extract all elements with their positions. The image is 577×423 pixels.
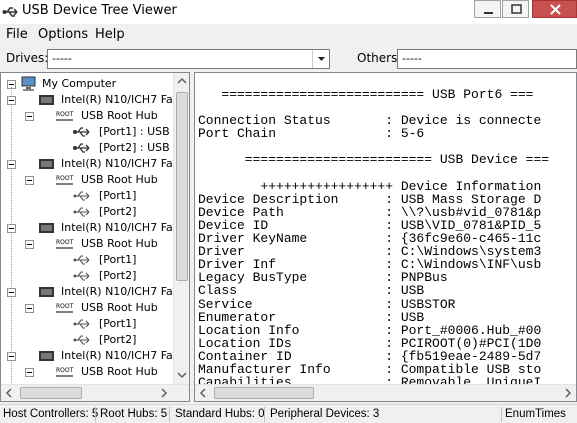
scroll-left-icon[interactable] bbox=[195, 385, 211, 401]
tree-item-port[interactable]: [Port1] bbox=[7, 252, 177, 268]
status-peripheral-devices: Peripheral Devices: 3 bbox=[270, 408, 380, 420]
computer-icon bbox=[21, 76, 36, 91]
root-hub-icon: ROOT bbox=[56, 367, 74, 377]
usb-port-icon bbox=[73, 191, 90, 201]
collapse-icon[interactable] bbox=[25, 304, 34, 313]
svg-text:ROOT: ROOT bbox=[56, 367, 74, 374]
scroll-thumb[interactable] bbox=[214, 387, 314, 399]
tree-item-port[interactable]: [Port1] : USB C bbox=[7, 124, 181, 140]
menu-help[interactable]: Help bbox=[95, 27, 125, 42]
minimize-icon bbox=[484, 12, 493, 14]
tree-item-port[interactable]: [Port1] bbox=[7, 316, 177, 332]
tree-item-root-hub[interactable]: ROOT USB Root Hub bbox=[7, 108, 177, 124]
window-title: USB Device Tree Viewer bbox=[22, 3, 177, 18]
usb-port-icon bbox=[73, 207, 90, 217]
tree-item-controller[interactable]: Intel(R) N10/ICH7 Fami bbox=[7, 284, 187, 300]
status-standard-hubs: Standard Hubs: 0 bbox=[175, 408, 265, 420]
device-tree[interactable]: My Computer Intel(R) N10/ICH7 Fami ROOT … bbox=[0, 72, 190, 402]
svg-text:ROOT: ROOT bbox=[56, 175, 74, 182]
usb-port-icon bbox=[73, 255, 90, 265]
scroll-thumb[interactable] bbox=[20, 387, 82, 399]
title-bar: USB Device Tree Viewer bbox=[0, 0, 577, 24]
usb-device-icon bbox=[73, 127, 90, 137]
usb-icon bbox=[2, 7, 18, 17]
maximize-button[interactable] bbox=[502, 0, 529, 18]
scroll-right-icon[interactable] bbox=[156, 385, 172, 401]
drives-select[interactable]: ----- bbox=[47, 49, 330, 69]
collapse-icon[interactable] bbox=[25, 240, 34, 249]
maximize-icon bbox=[511, 4, 522, 14]
root-hub-icon: ROOT bbox=[56, 111, 74, 121]
tree-item-root-hub[interactable]: ROOT USB Root Hub bbox=[7, 172, 177, 188]
tree-item-port[interactable]: [Port2] bbox=[7, 268, 177, 284]
status-host-controllers: Host Controllers: 5 bbox=[3, 408, 99, 420]
usb-port-icon bbox=[73, 271, 90, 281]
scroll-right-icon[interactable] bbox=[560, 385, 576, 401]
root-hub-icon: ROOT bbox=[56, 239, 74, 249]
tree-item-controller[interactable]: Intel(R) N10/ICH7 Fami bbox=[7, 348, 187, 364]
tree-item-port[interactable]: [Port2] bbox=[7, 204, 177, 220]
details-horizontal-scrollbar[interactable] bbox=[195, 384, 576, 401]
toolbar: Drives: ----- Others: ----- bbox=[0, 44, 577, 72]
chevron-down-icon[interactable] bbox=[312, 50, 329, 68]
collapse-icon[interactable] bbox=[7, 288, 16, 297]
svg-text:ROOT: ROOT bbox=[56, 303, 74, 310]
collapse-icon[interactable] bbox=[25, 112, 34, 121]
usb-device-icon bbox=[73, 143, 90, 153]
tree-item-port[interactable]: [Port2] : USB Ir bbox=[7, 140, 181, 156]
menu-options[interactable]: Options bbox=[38, 27, 88, 42]
tree-vertical-scrollbar[interactable] bbox=[173, 73, 189, 384]
scroll-thumb[interactable] bbox=[176, 92, 188, 281]
scroll-down-icon[interactable] bbox=[174, 367, 189, 383]
others-value: ----- bbox=[402, 52, 422, 65]
svg-text:ROOT: ROOT bbox=[56, 111, 74, 118]
root-hub-icon: ROOT bbox=[56, 175, 74, 185]
tree-item-root-hub[interactable]: ROOT USB Root Hub bbox=[7, 236, 177, 252]
controller-icon bbox=[39, 351, 54, 361]
collapse-icon[interactable] bbox=[25, 176, 34, 185]
tree-item-root-hub[interactable]: ROOT USB Root Hub bbox=[7, 300, 177, 316]
scroll-left-icon[interactable] bbox=[1, 385, 17, 401]
svg-text:ROOT: ROOT bbox=[56, 239, 74, 246]
usb-port-icon bbox=[73, 319, 90, 329]
tree-item-port[interactable]: [Port2] bbox=[7, 332, 177, 348]
tree-item-controller[interactable]: Intel(R) N10/ICH7 Fami bbox=[7, 92, 187, 108]
drives-value: ----- bbox=[52, 52, 72, 65]
close-icon bbox=[550, 4, 561, 15]
menu-file[interactable]: File bbox=[6, 27, 28, 42]
others-label: Others: bbox=[357, 51, 402, 65]
others-select[interactable]: ----- bbox=[397, 49, 577, 69]
minimize-button[interactable] bbox=[474, 0, 501, 18]
controller-icon bbox=[39, 159, 54, 169]
collapse-icon[interactable] bbox=[7, 96, 16, 105]
device-details-text: ========================== USB Port6 ===… bbox=[198, 87, 550, 391]
usb-port-icon bbox=[73, 335, 90, 345]
scroll-up-icon[interactable] bbox=[174, 73, 189, 89]
collapse-icon[interactable] bbox=[7, 224, 16, 233]
menu-bar: File Options Help bbox=[0, 24, 577, 44]
collapse-icon[interactable] bbox=[7, 160, 16, 169]
tree-item-port[interactable]: [Port1] bbox=[7, 188, 177, 204]
tree-item-my-computer[interactable]: My Computer bbox=[7, 76, 177, 92]
status-enum-times: EnumTimes bbox=[505, 408, 566, 420]
collapse-icon[interactable] bbox=[7, 352, 16, 361]
controller-icon bbox=[39, 95, 54, 105]
drives-label: Drives: bbox=[6, 51, 49, 65]
controller-icon bbox=[39, 223, 54, 233]
tree-item-root-hub[interactable]: ROOT USB Root Hub bbox=[7, 364, 177, 380]
controller-icon bbox=[39, 287, 54, 297]
status-root-hubs: Root Hubs: 5 bbox=[100, 408, 168, 420]
close-button[interactable] bbox=[532, 0, 577, 18]
status-bar: Host Controllers: 5 Root Hubs: 5 Standar… bbox=[0, 404, 577, 423]
collapse-icon[interactable] bbox=[25, 368, 34, 377]
root-hub-icon: ROOT bbox=[56, 303, 74, 313]
tree-item-controller[interactable]: Intel(R) N10/ICH7 Fami bbox=[7, 220, 187, 236]
tree-item-controller[interactable]: Intel(R) N10/ICH7 Fami bbox=[7, 156, 187, 172]
tree-horizontal-scrollbar[interactable] bbox=[1, 384, 189, 401]
device-details-pane[interactable]: ========================== USB Port6 ===… bbox=[194, 72, 577, 402]
